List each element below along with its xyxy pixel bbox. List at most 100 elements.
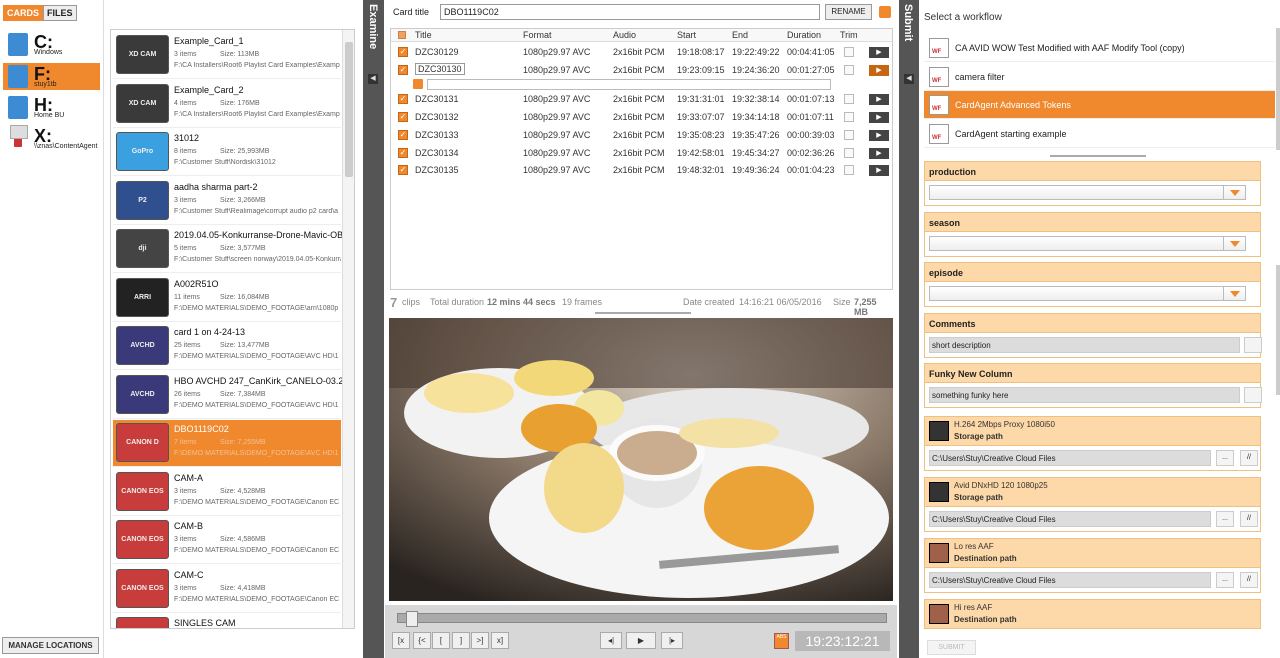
card-item[interactable]: CANON EOS CAM-B 3 items Size: 4,586MB F:…	[113, 517, 341, 564]
clip-row[interactable]: ✓ DZC30129 1080p29.97 AVC 2x16bit PCM 19…	[391, 44, 892, 61]
card-item[interactable]: CANON D DBO1119C02 7 items Size: 7,255MB…	[113, 420, 341, 467]
tab-cards[interactable]: CARDS	[3, 5, 44, 21]
card-item[interactable]: dji 2019.04.05-Konkurranse-Drone-Mavic-O…	[113, 226, 343, 273]
play-clip-icon[interactable]: ▶	[869, 112, 889, 124]
clear-in-button[interactable]: [x	[392, 632, 410, 649]
col-audio[interactable]: Audio	[613, 30, 636, 40]
card-item[interactable]: GoPro 31012 8 items Size: 25,993MB F:\Cu…	[113, 129, 341, 176]
clip-checkbox[interactable]: ✓	[398, 94, 408, 105]
clip-row[interactable]: ✓ DZC30132 1080p29.97 AVC 2x16bit PCM 19…	[391, 109, 892, 126]
play-clip-icon[interactable]: ▶	[869, 129, 889, 141]
drive-h[interactable]: H: Home BU	[3, 94, 100, 121]
submit-button[interactable]: SUBMIT	[927, 640, 976, 655]
tab-files[interactable]: FILES	[43, 5, 77, 21]
browse-button[interactable]: ...	[1216, 572, 1234, 588]
examine-bar[interactable]: Examine ◀	[363, 0, 384, 658]
col-title[interactable]: Title	[415, 30, 432, 40]
clip-note-icon[interactable]	[413, 78, 423, 89]
submit-bar[interactable]: Submit ◀	[899, 0, 919, 658]
drive-c[interactable]: C: Windows	[3, 31, 100, 58]
output-path-input[interactable]: C:\Users\Stuy\Creative Cloud Files	[929, 450, 1211, 466]
card-title-input[interactable]: DBO1119C02	[440, 4, 820, 20]
trim-checkbox[interactable]	[844, 129, 854, 140]
card-item[interactable]: XD CAM Example_Card_2 4 items Size: 176M…	[113, 81, 341, 128]
reset-path-button[interactable]: //	[1240, 511, 1258, 527]
folder-icon[interactable]	[879, 6, 891, 18]
trim-checkbox[interactable]	[844, 147, 854, 158]
play-icon[interactable]: ▶	[626, 632, 656, 649]
timeline-slider-knob[interactable]	[406, 611, 418, 627]
abs-timecode-icon[interactable]: ABS	[774, 633, 789, 649]
manage-locations-button[interactable]: MANAGE LOCATIONS	[2, 637, 99, 654]
go-to-out-button[interactable]: >]	[471, 632, 489, 649]
video-preview[interactable]	[389, 318, 893, 601]
workflow-item[interactable]: WF CA AVID WOW Test Modified with AAF Mo…	[924, 34, 1275, 62]
play-clip-icon[interactable]: ▶	[869, 165, 889, 177]
play-clip-icon[interactable]: ▶	[869, 94, 889, 106]
card-item[interactable]: P2 aadha sharma part-2 3 items Size: 3,2…	[113, 178, 341, 225]
trim-checkbox[interactable]	[844, 165, 854, 176]
drive-f[interactable]: F: stuy1tb	[3, 63, 100, 90]
drive-x[interactable]: X: \\znas\ContentAgent	[3, 125, 100, 152]
workflow-item[interactable]: WF CardAgent starting example	[924, 120, 1275, 148]
col-start[interactable]: Start	[677, 30, 696, 40]
reset-path-button[interactable]: //	[1240, 450, 1258, 466]
card-item[interactable]: ARRI A002R51O 11 items Size: 16,084MB F:…	[113, 275, 341, 322]
browse-button[interactable]: ...	[1216, 450, 1234, 466]
trim-checkbox[interactable]	[844, 112, 854, 123]
trim-checkbox[interactable]	[844, 47, 854, 57]
splitter-handle[interactable]	[595, 312, 691, 314]
rename-button[interactable]: RENAME	[825, 4, 872, 20]
clip-row[interactable]: ✓ DZC30131 1080p29.97 AVC 2x16bit PCM 19…	[391, 91, 892, 108]
clip-checkbox[interactable]: ✓	[398, 129, 408, 140]
clear-out-button[interactable]: x]	[491, 632, 509, 649]
clip-checkbox[interactable]: ✓	[398, 147, 408, 158]
scrollbar-thumb[interactable]	[345, 42, 353, 177]
clip-row[interactable]: ✓ DZC30133 1080p29.97 AVC 2x16bit PCM 19…	[391, 127, 892, 144]
card-item[interactable]: CANON EOS SINGLES CAM 1 item Size: 5,786…	[113, 614, 341, 628]
mark-out-button[interactable]: ]	[452, 632, 470, 649]
play-clip-icon[interactable]: ▶	[869, 147, 889, 159]
clip-checkbox[interactable]: ✓	[398, 112, 408, 123]
col-duration[interactable]: Duration	[787, 30, 821, 40]
card-item[interactable]: AVCHD card 1 on 4-24-13 25 items Size: 1…	[113, 323, 341, 370]
comments-extra-button[interactable]	[1244, 337, 1262, 353]
workflow-item[interactable]: WF CardAgent Advanced Tokens	[924, 91, 1275, 119]
play-clip-icon[interactable]: ▶	[869, 47, 889, 58]
select-all-checkbox[interactable]	[398, 31, 406, 39]
dropdown-arrow-icon[interactable]	[1223, 287, 1245, 300]
card-item[interactable]: CANON EOS CAM-C 3 items Size: 4,418MB F:…	[113, 566, 341, 613]
season-dropdown[interactable]	[929, 236, 1246, 251]
col-format[interactable]: Format	[523, 30, 552, 40]
collapse-right-icon[interactable]: ◀	[904, 74, 914, 84]
clip-note-input[interactable]	[427, 78, 831, 90]
funky-extra-button[interactable]	[1244, 387, 1262, 403]
output-path-input[interactable]: C:\Users\Stuy\Creative Cloud Files	[929, 511, 1211, 527]
funky-input[interactable]: something funky here	[929, 387, 1240, 403]
clip-checkbox[interactable]: ✓	[398, 64, 408, 75]
clip-row[interactable]: ✓ DZC30134 1080p29.97 AVC 2x16bit PCM 19…	[391, 145, 892, 162]
col-end[interactable]: End	[732, 30, 748, 40]
trim-checkbox[interactable]	[844, 94, 854, 105]
go-to-in-button[interactable]: {<	[413, 632, 431, 649]
episode-dropdown[interactable]	[929, 286, 1246, 301]
cards-scrollbar[interactable]	[342, 30, 354, 628]
output-path-input[interactable]: C:\Users\Stuy\Creative Cloud Files	[929, 572, 1211, 588]
clip-title[interactable]: DZC30130	[415, 62, 465, 75]
timeline-slider[interactable]	[397, 611, 887, 627]
reset-path-button[interactable]: //	[1240, 572, 1258, 588]
fields-scrollbar[interactable]	[1276, 265, 1280, 395]
step-back-icon[interactable]: ◂|	[600, 632, 622, 649]
trim-checkbox[interactable]	[844, 64, 854, 75]
mark-in-button[interactable]: [	[432, 632, 450, 649]
workflow-scrollbar[interactable]	[1276, 28, 1280, 150]
step-forward-icon[interactable]: |▸	[661, 632, 683, 649]
clip-checkbox[interactable]: ✓	[398, 165, 408, 176]
clip-row[interactable]: ✓ DZC30130 1080p29.97 AVC 2x16bit PCM 19…	[391, 62, 892, 79]
production-dropdown[interactable]	[929, 185, 1246, 200]
browse-button[interactable]: ...	[1216, 511, 1234, 527]
card-item[interactable]: XD CAM Example_Card_1 3 items Size: 113M…	[113, 32, 341, 79]
clip-row[interactable]: ✓ DZC30135 1080p29.97 AVC 2x16bit PCM 19…	[391, 162, 892, 179]
collapse-left-icon[interactable]: ◀	[368, 74, 378, 84]
play-clip-icon[interactable]: ▶	[869, 64, 889, 76]
